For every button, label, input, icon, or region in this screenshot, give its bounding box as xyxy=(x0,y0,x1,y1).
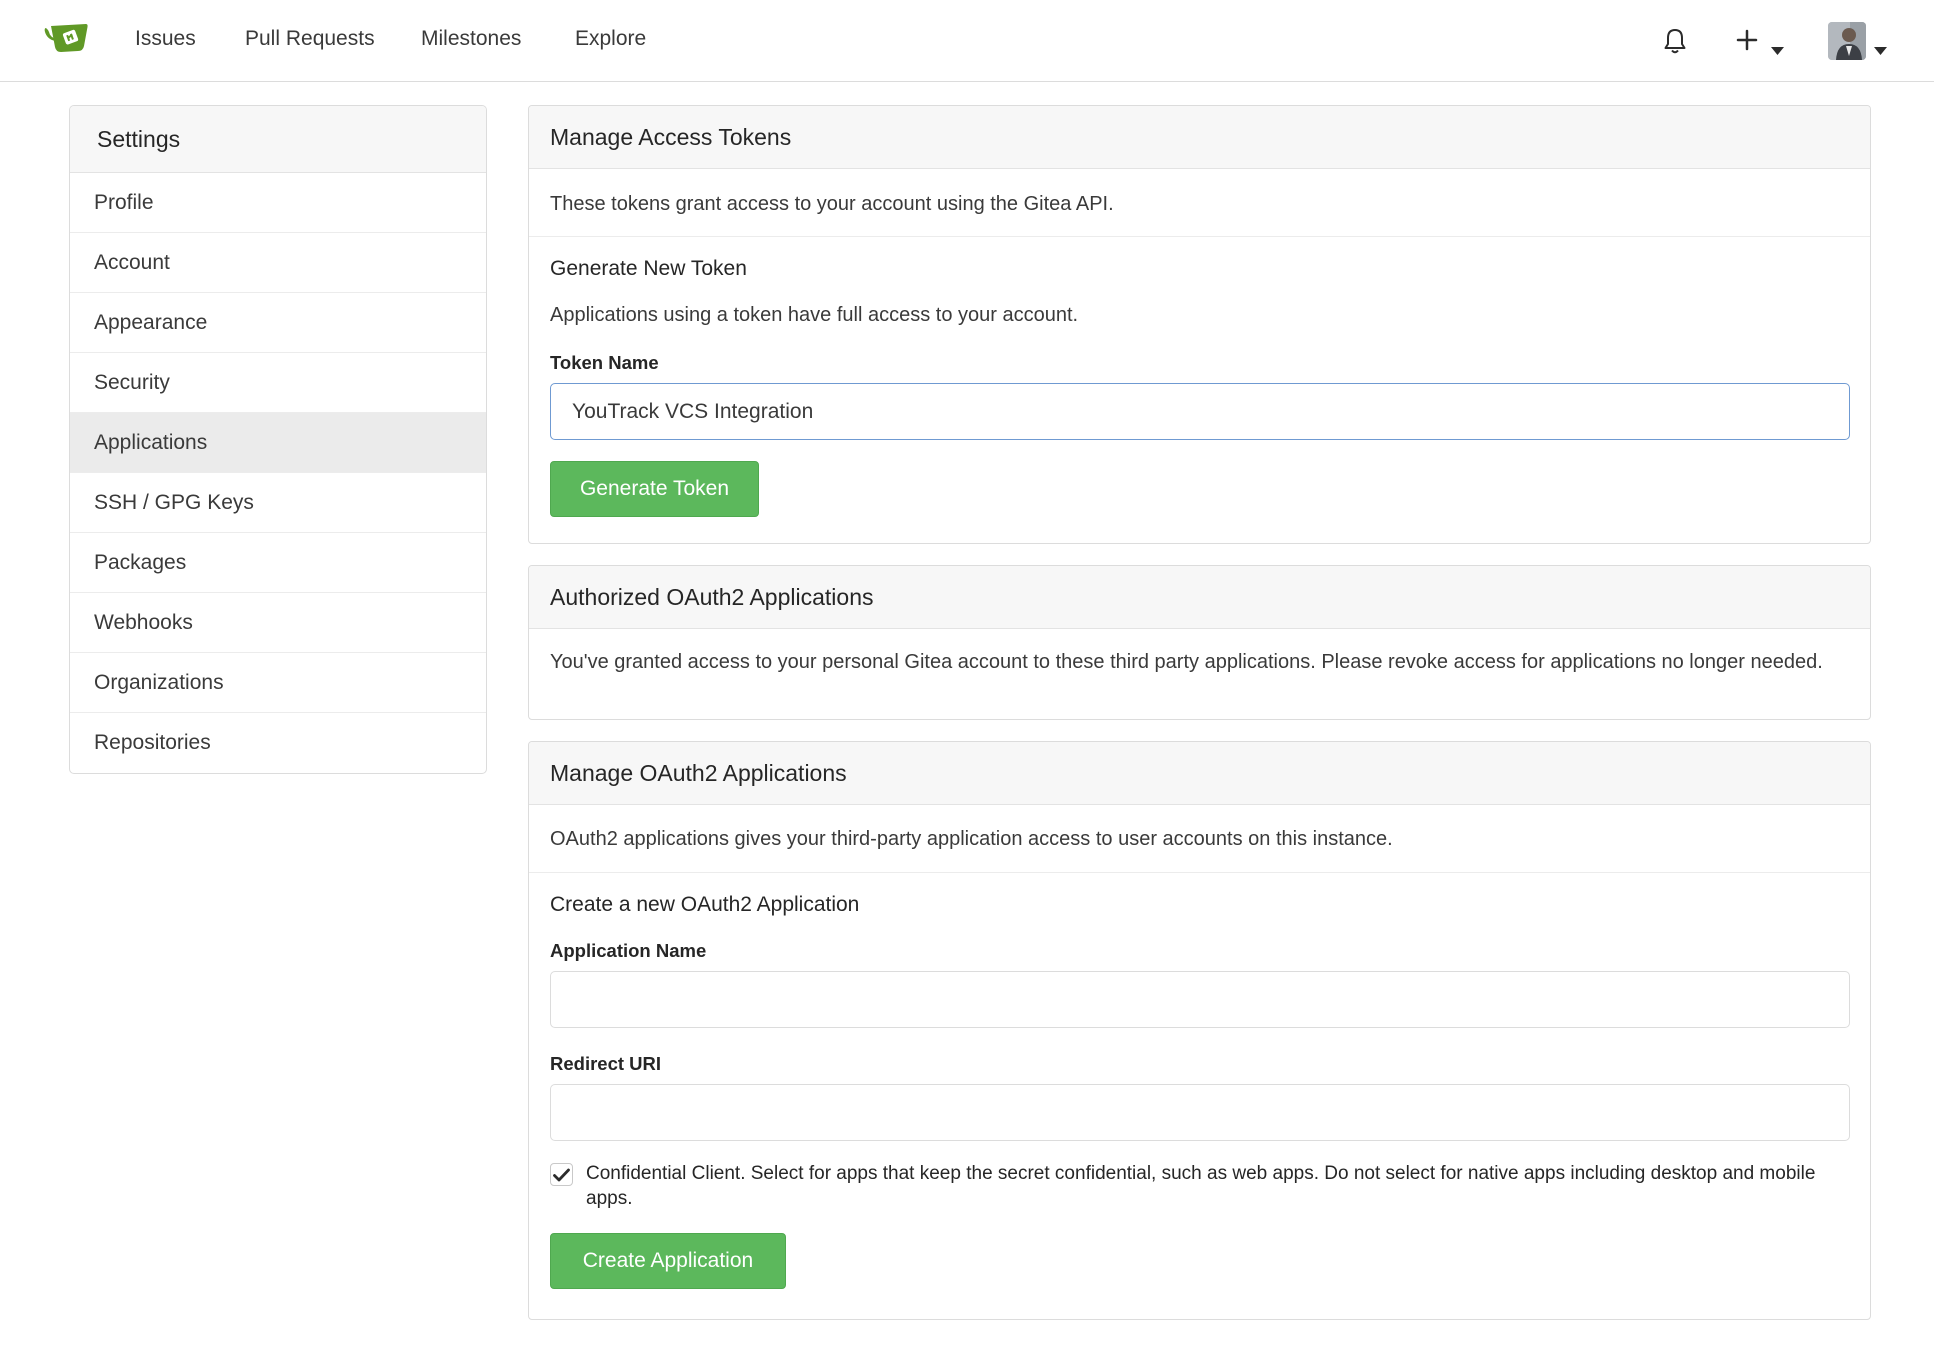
confidential-client-label[interactable]: Confidential Client. Select for apps tha… xyxy=(586,1161,1849,1211)
token-name-input[interactable] xyxy=(550,383,1850,440)
manage-oauth2-title: Manage OAuth2 Applications xyxy=(529,742,1870,805)
sidebar-item-profile[interactable]: Profile xyxy=(70,173,486,233)
top-navbar: Issues Pull Requests Milestones Explore xyxy=(0,0,1934,82)
authorized-oauth2-panel: Authorized OAuth2 Applications You've gr… xyxy=(528,565,1871,720)
application-name-input[interactable] xyxy=(550,971,1850,1028)
nav-link-explore[interactable]: Explore xyxy=(575,27,646,51)
sidebar-title: Settings xyxy=(70,106,486,173)
nav-link-pull-requests[interactable]: Pull Requests xyxy=(245,27,375,51)
bell-icon[interactable] xyxy=(1663,27,1687,61)
sidebar-item-webhooks[interactable]: Webhooks xyxy=(70,593,486,653)
sidebar-item-applications[interactable]: Applications xyxy=(70,413,486,473)
application-name-label: Application Name xyxy=(550,940,707,961)
sidebar-item-ssh-gpg-keys[interactable]: SSH / GPG Keys xyxy=(70,473,486,533)
sidebar-item-packages[interactable]: Packages xyxy=(70,533,486,593)
generate-token-title: Generate New Token xyxy=(550,257,747,280)
create-application-button[interactable]: Create Application xyxy=(550,1233,786,1289)
authorized-oauth2-description: You've granted access to your personal G… xyxy=(550,651,1823,673)
access-tokens-title: Manage Access Tokens xyxy=(529,106,1870,169)
checkmark-icon xyxy=(553,1168,570,1181)
authorized-oauth2-title: Authorized OAuth2 Applications xyxy=(529,566,1870,629)
nav-link-milestones[interactable]: Milestones xyxy=(421,27,521,51)
sidebar-item-organizations[interactable]: Organizations xyxy=(70,653,486,713)
sidebar-item-appearance[interactable]: Appearance xyxy=(70,293,486,353)
sidebar-item-security[interactable]: Security xyxy=(70,353,486,413)
nav-link-issues[interactable]: Issues xyxy=(135,27,196,51)
manage-oauth2-description: OAuth2 applications gives your third-par… xyxy=(550,828,1393,850)
redirect-uri-input[interactable] xyxy=(550,1084,1850,1141)
redirect-uri-label: Redirect URI xyxy=(550,1053,662,1074)
create-menu-caret-down-icon[interactable] xyxy=(1771,37,1784,61)
create-oauth2-app-title: Create a new OAuth2 Application xyxy=(550,893,860,916)
settings-sidebar: Settings Profile Account Appearance Secu… xyxy=(69,105,487,774)
sidebar-item-account[interactable]: Account xyxy=(70,233,486,293)
generate-token-button[interactable]: Generate Token xyxy=(550,461,759,517)
confidential-client-checkbox[interactable] xyxy=(550,1163,573,1186)
access-tokens-panel: Manage Access Tokens These tokens grant … xyxy=(528,105,1871,544)
avatar[interactable] xyxy=(1828,22,1866,60)
token-name-label: Token Name xyxy=(550,352,659,373)
manage-oauth2-panel: Manage OAuth2 Applications OAuth2 applic… xyxy=(528,741,1871,1320)
plus-icon[interactable] xyxy=(1736,29,1758,57)
generate-token-description: Applications using a token have full acc… xyxy=(550,304,1079,326)
sidebar-item-repositories[interactable]: Repositories xyxy=(70,713,486,773)
gitea-logo-icon[interactable] xyxy=(44,22,90,54)
access-tokens-description: These tokens grant access to your accoun… xyxy=(550,193,1114,215)
user-menu-caret-down-icon[interactable] xyxy=(1874,37,1887,61)
